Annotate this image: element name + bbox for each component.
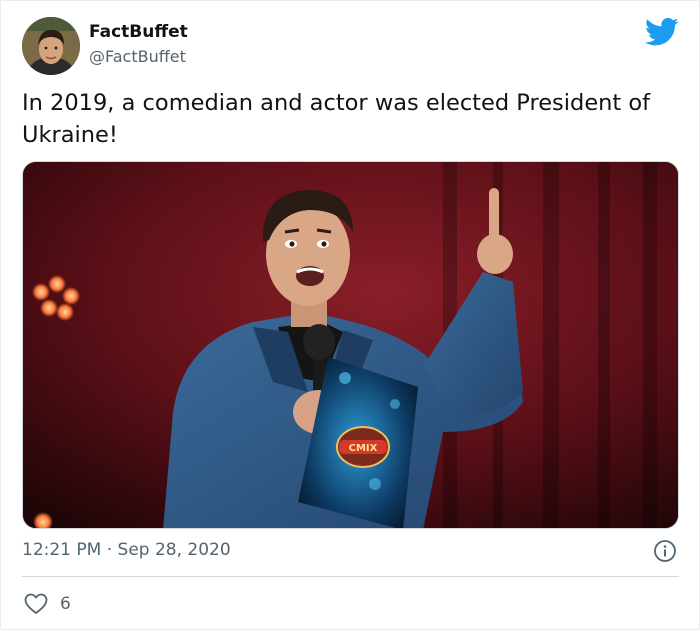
author-handle[interactable]: @FactBuffet [89,46,186,68]
tweet-photo[interactable]: CMIX [22,161,679,529]
tweet-text: In 2019, a comedian and actor was electe… [22,90,651,148]
tweet-timestamp[interactable]: 12:21 PM · Sep 28, 2020 [22,539,231,561]
info-icon[interactable] [653,539,677,563]
avatar[interactable] [22,17,80,75]
divider [22,576,679,577]
twitter-bird-icon[interactable] [645,17,679,47]
heart-icon[interactable] [24,593,48,615]
tweet-card: FactBuffet @FactBuffet In 2019, a comedi… [0,0,700,630]
like-count: 6 [60,594,71,614]
svg-text:CMIX: CMIX [349,443,378,454]
author-name[interactable]: FactBuffet [89,21,188,43]
